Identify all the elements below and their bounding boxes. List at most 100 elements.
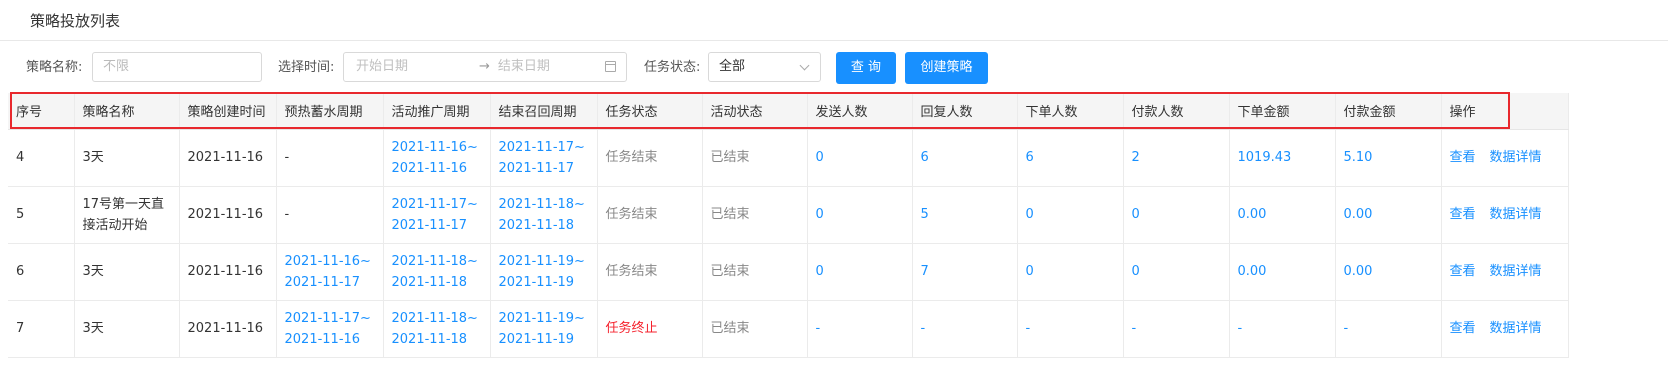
cell-sent: 0 <box>807 186 913 244</box>
cell-replied: - <box>912 300 1018 358</box>
cell-index: 5 <box>8 186 75 244</box>
cell-promo: 2021-11-16~ 2021-11-16 <box>383 129 491 187</box>
date-range-picker[interactable]: 开始日期 → 结束日期 <box>343 52 627 82</box>
cell-order-amount: 0.00 <box>1229 243 1336 301</box>
cell-paid-amount: - <box>1335 300 1442 358</box>
cell-orders: 0 <box>1017 186 1124 244</box>
task-status-label: 任务状态: <box>644 60 701 75</box>
cell-sent: 0 <box>807 243 913 301</box>
cell-created: 2021-11-16 <box>179 300 277 358</box>
end-date-placeholder: 结束日期 <box>497 59 550 74</box>
cell-actions: 查看 数据详情 <box>1441 300 1569 358</box>
data-detail-link[interactable]: 数据详情 <box>1490 207 1542 222</box>
cell-sent: - <box>807 300 913 358</box>
cell-name: 3天 <box>74 243 180 301</box>
view-link[interactable]: 查看 <box>1450 150 1476 165</box>
col-header-name: 策略名称 <box>74 93 180 130</box>
col-header-task-status: 任务状态 <box>597 93 703 130</box>
strategy-list-page: 策略投放列表 策略名称: 不限 选择时间: 开始日期 → 结束日期 任务状态: … <box>0 0 1668 380</box>
cell-task-status: 任务结束 <box>597 243 703 301</box>
col-header-paid: 付款人数 <box>1123 93 1230 130</box>
strategy-name-label: 策略名称: <box>26 60 83 75</box>
cell-name: 3天 <box>74 300 180 358</box>
query-button[interactable]: 查 询 <box>836 52 896 84</box>
cell-task-status: 任务结束 <box>597 186 703 244</box>
data-detail-link[interactable]: 数据详情 <box>1490 321 1542 336</box>
cell-preheat: 2021-11-16~ 2021-11-17 <box>276 243 384 301</box>
cell-task-status: 任务结束 <box>597 129 703 187</box>
chevron-down-icon <box>799 60 810 71</box>
cell-activity-status: 已结束 <box>702 186 808 244</box>
col-header-orders: 下单人数 <box>1017 93 1124 130</box>
col-header-index: 序号 <box>8 93 75 130</box>
table-row: 6 3天 2021-11-16 2021-11-16~ 2021-11-17 2021-… <box>8 243 1569 301</box>
cell-activity-status: 已结束 <box>702 300 808 358</box>
strategy-table: 序号 策略名称 策略创建时间 预热蓄水周期 活动推广周期 结束召回周期 任务状态… <box>8 93 1668 358</box>
start-date-placeholder: 开始日期 <box>356 59 409 74</box>
cell-promo: 2021-11-17~ 2021-11-17 <box>383 186 491 244</box>
cell-replied: 6 <box>912 129 1018 187</box>
cell-name: 17号第一天直 接活动开始 <box>74 186 180 244</box>
col-header-sent: 发送人数 <box>807 93 913 130</box>
cell-index: 4 <box>8 129 75 187</box>
calendar-icon <box>605 61 616 72</box>
cell-paid: 0 <box>1123 186 1230 244</box>
view-link[interactable]: 查看 <box>1450 264 1476 279</box>
cell-index: 7 <box>8 300 75 358</box>
col-header-paid-amount: 付款金额 <box>1335 93 1442 130</box>
col-header-replied: 回复人数 <box>912 93 1018 130</box>
cell-preheat: - <box>276 129 384 187</box>
cell-promo: 2021-11-18~ 2021-11-18 <box>383 243 491 301</box>
cell-preheat: - <box>276 186 384 244</box>
cell-paid: 2 <box>1123 129 1230 187</box>
cell-index: 6 <box>8 243 75 301</box>
data-detail-link[interactable]: 数据详情 <box>1490 264 1542 279</box>
task-status-select[interactable]: 全部 <box>708 52 821 82</box>
cell-created: 2021-11-16 <box>179 243 277 301</box>
cell-recall: 2021-11-19~ 2021-11-19 <box>490 243 598 301</box>
cell-recall: 2021-11-18~ 2021-11-18 <box>490 186 598 244</box>
cell-promo: 2021-11-18~ 2021-11-18 <box>383 300 491 358</box>
page-header: 策略投放列表 <box>0 0 1668 41</box>
cell-order-amount: - <box>1229 300 1336 358</box>
cell-sent: 0 <box>807 129 913 187</box>
data-detail-link[interactable]: 数据详情 <box>1490 150 1542 165</box>
cell-activity-status: 已结束 <box>702 129 808 187</box>
col-header-preheat: 预热蓄水周期 <box>276 93 384 130</box>
cell-activity-status: 已结束 <box>702 243 808 301</box>
cell-recall: 2021-11-17~ 2021-11-17 <box>490 129 598 187</box>
table-row: 4 3天 2021-11-16-2021-11-16~ 2021-11-16 2021… <box>8 129 1569 187</box>
cell-created: 2021-11-16 <box>179 186 277 244</box>
cell-paid: - <box>1123 300 1230 358</box>
cell-created: 2021-11-16 <box>179 129 277 187</box>
cell-orders: 6 <box>1017 129 1124 187</box>
cell-paid-amount: 0.00 <box>1335 243 1442 301</box>
task-status-value: 全部 <box>719 59 746 74</box>
cell-paid-amount: 0.00 <box>1335 186 1442 244</box>
cell-orders: - <box>1017 300 1124 358</box>
cell-replied: 5 <box>912 186 1018 244</box>
strategy-name-placeholder: 不限 <box>103 59 130 74</box>
col-header-order-amount: 下单金额 <box>1229 93 1336 130</box>
view-link[interactable]: 查看 <box>1450 321 1476 336</box>
cell-replied: 7 <box>912 243 1018 301</box>
cell-order-amount: 1019.43 <box>1229 129 1336 187</box>
cell-actions: 查看 数据详情 <box>1441 129 1569 187</box>
col-header-promo: 活动推广周期 <box>383 93 491 130</box>
table-row: 5 17号第一天直 接活动开始 2021-11-16-2021-11-17~ 202… <box>8 186 1569 244</box>
page-title: 策略投放列表 <box>30 11 121 30</box>
create-strategy-button[interactable]: 创建策略 <box>905 52 988 84</box>
cell-recall: 2021-11-19~ 2021-11-19 <box>490 300 598 358</box>
view-link[interactable]: 查看 <box>1450 207 1476 222</box>
table-header-row: 序号 策略名称 策略创建时间 预热蓄水周期 活动推广周期 结束召回周期 任务状态… <box>8 93 1569 130</box>
range-arrow-icon: → <box>479 59 490 74</box>
cell-paid-amount: 5.10 <box>1335 129 1442 187</box>
col-header-created: 策略创建时间 <box>179 93 277 130</box>
col-header-activity-status: 活动状态 <box>702 93 808 130</box>
col-header-recall: 结束召回周期 <box>490 93 598 130</box>
strategy-name-input[interactable]: 不限 <box>92 52 262 82</box>
col-header-actions: 操作 <box>1441 93 1569 130</box>
cell-order-amount: 0.00 <box>1229 186 1336 244</box>
cell-orders: 0 <box>1017 243 1124 301</box>
cell-paid: 0 <box>1123 243 1230 301</box>
